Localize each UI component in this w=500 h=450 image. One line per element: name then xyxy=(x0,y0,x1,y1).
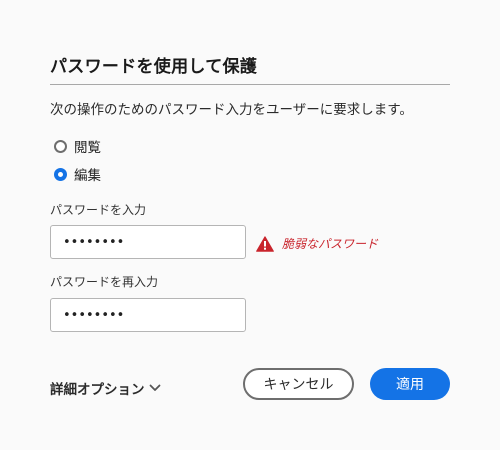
radio-button-view[interactable] xyxy=(54,139,67,153)
reenter-password-label: パスワードを再入力 xyxy=(50,275,159,289)
cancel-button[interactable]: キャンセル xyxy=(243,368,354,400)
title-divider xyxy=(50,84,450,85)
radio-label-edit: 編集 xyxy=(74,168,101,184)
apply-button[interactable]: 適用 xyxy=(370,368,450,400)
radio-label-view: 閲覧 xyxy=(74,140,101,156)
warning-triangle-icon xyxy=(256,235,274,252)
radio-option-edit[interactable]: 編集 xyxy=(54,164,101,184)
warning-text: 脆弱なパスワード xyxy=(282,237,379,251)
more-options-label: 詳細オプション xyxy=(50,382,145,398)
dialog-description: 次の操作のためのパスワード入力をユーザーに要求します。 xyxy=(50,102,413,118)
dialog-title: パスワードを使用して保護 xyxy=(50,57,258,77)
chevron-down-icon xyxy=(149,384,160,391)
weak-password-warning: 脆弱なパスワード xyxy=(256,235,378,252)
more-options-toggle[interactable]: 詳細オプション xyxy=(50,378,161,398)
password-input[interactable] xyxy=(50,225,246,259)
password-label: パスワードを入力 xyxy=(50,203,147,217)
radio-option-view[interactable]: 閲覧 xyxy=(54,136,101,156)
password-protect-dialog: パスワードを使用して保護 次の操作のためのパスワード入力をユーザーに要求します。… xyxy=(0,0,500,450)
radio-button-edit[interactable] xyxy=(54,167,67,181)
reenter-password-input[interactable] xyxy=(50,298,246,332)
